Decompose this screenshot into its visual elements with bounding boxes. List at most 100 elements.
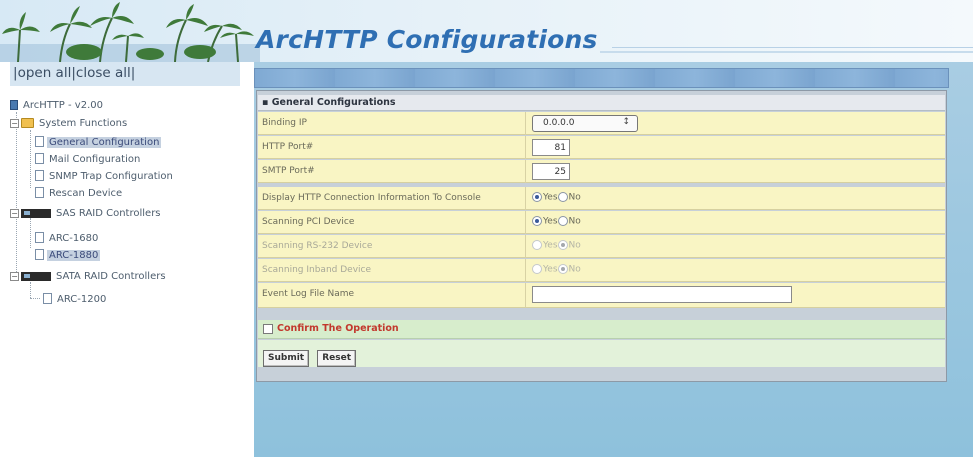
tree-connector xyxy=(30,282,31,298)
radio-no[interactable] xyxy=(557,216,568,226)
page-icon xyxy=(43,293,52,304)
column-divider xyxy=(525,259,526,282)
button-row: Submit Reset xyxy=(258,340,945,367)
column-divider xyxy=(525,187,526,210)
field-label: Display HTTP Connection Information To C… xyxy=(262,193,481,203)
radio-yes[interactable] xyxy=(532,192,542,202)
radio-yes-label: Yes xyxy=(543,192,558,203)
tree-item-label: SATA RAID Controllers xyxy=(56,271,166,282)
scan-inband-radio-group: Yes No xyxy=(532,262,581,279)
tree-item-label: System Functions xyxy=(39,118,128,129)
row-http-port: HTTP Port# xyxy=(258,136,945,159)
radio-no-label: No xyxy=(568,264,581,275)
radio-no-label: No xyxy=(568,192,581,203)
collapse-icon[interactable]: − xyxy=(10,118,19,128)
page-icon xyxy=(35,232,44,243)
radio-no[interactable] xyxy=(557,192,568,202)
collapse-icon[interactable]: − xyxy=(10,208,19,218)
open-all-link[interactable]: open all xyxy=(18,65,72,81)
event-log-file-input[interactable] xyxy=(532,286,792,303)
close-bracket: | xyxy=(130,65,136,81)
collapse-icon[interactable]: − xyxy=(10,271,19,281)
header-banner: ArcHTTP Configurations xyxy=(0,0,973,62)
tree-item-general-configuration[interactable]: General Configuration xyxy=(35,136,162,149)
row-event-log-file: Event Log File Name xyxy=(258,283,945,308)
tree-item-label: General Configuration xyxy=(47,136,162,148)
tree-item-sata-raid-controllers[interactable]: − SATA RAID Controllers xyxy=(10,271,168,283)
title-underline xyxy=(612,47,973,48)
field-label: Scanning RS-232 Device xyxy=(262,241,373,251)
field-label: Scanning PCI Device xyxy=(262,217,355,227)
tree-item-label: SAS RAID Controllers xyxy=(56,208,161,219)
computer-icon xyxy=(10,100,18,110)
radio-no-label: No xyxy=(568,216,581,227)
column-divider xyxy=(525,211,526,234)
tree-item-arc-1680[interactable]: ARC-1680 xyxy=(35,232,100,245)
row-binding-ip: Binding IP 0.0.0.0 ↕ xyxy=(258,112,945,135)
tree-item-label: ARC-1680 xyxy=(49,232,99,244)
palm-trees-icon xyxy=(0,2,260,62)
app-title: ArcHTTP Configurations xyxy=(256,25,598,54)
tree-item-mail-configuration[interactable]: Mail Configuration xyxy=(35,153,142,166)
tree-root-label: ArcHTTP - v2.00 xyxy=(23,100,103,111)
tree-connector xyxy=(30,218,31,248)
raid-card-icon xyxy=(21,271,51,281)
field-label: Event Log File Name xyxy=(262,289,355,299)
chevron-updown-icon: ↕ xyxy=(622,117,630,127)
row-scanning-rs232: Scanning RS-232 Device Yes No xyxy=(258,235,945,258)
form-section-title: ▪ General Configurations xyxy=(258,95,945,111)
reset-button[interactable]: Reset xyxy=(317,349,357,367)
smtp-port-input[interactable] xyxy=(532,163,570,180)
page-icon xyxy=(35,153,44,164)
row-display-http-connection: Display HTTP Connection Information To C… xyxy=(258,187,945,210)
display-http-radio-group: Yes No xyxy=(532,190,581,207)
column-divider xyxy=(525,235,526,258)
folder-icon xyxy=(21,118,34,128)
column-divider xyxy=(525,136,526,159)
radio-yes-label: Yes xyxy=(543,216,558,227)
raid-card-icon xyxy=(21,208,51,218)
main-toolbar xyxy=(254,68,949,88)
tree-item-sas-raid-controllers[interactable]: − SAS RAID Controllers xyxy=(10,208,163,220)
tree-item-label: ARC-1200 xyxy=(57,293,107,305)
close-all-link[interactable]: close all xyxy=(76,65,131,81)
binding-ip-select[interactable]: 0.0.0.0 ↕ xyxy=(532,115,638,132)
tree-connector xyxy=(16,214,17,274)
tree-item-label: SNMP Trap Configuration xyxy=(49,170,173,182)
tree-root[interactable]: ArcHTTP - v2.00 xyxy=(10,100,105,112)
radio-yes-label: Yes xyxy=(543,240,558,251)
tree-item-label: Rescan Device xyxy=(49,187,123,199)
radio-yes xyxy=(532,240,542,250)
scan-pci-radio-group: Yes No xyxy=(532,214,581,231)
page-icon xyxy=(35,249,44,260)
select-value: 0.0.0.0 xyxy=(543,118,575,128)
http-port-input[interactable] xyxy=(532,139,570,156)
row-scanning-inband: Scanning Inband Device Yes No xyxy=(258,259,945,282)
page-icon xyxy=(35,136,44,147)
submit-button[interactable]: Submit xyxy=(263,349,310,367)
radio-yes[interactable] xyxy=(532,216,542,226)
confirm-checkbox[interactable] xyxy=(263,323,273,334)
confirm-label: Confirm The Operation xyxy=(277,323,399,334)
tree-item-system-functions[interactable]: − System Functions xyxy=(10,118,129,130)
field-label: HTTP Port# xyxy=(262,142,314,152)
field-label: SMTP Port# xyxy=(262,166,315,176)
tree-item-rescan-device[interactable]: Rescan Device xyxy=(35,187,124,200)
title-underline-lower xyxy=(600,51,973,53)
field-label: Scanning Inband Device xyxy=(262,265,372,275)
column-divider xyxy=(525,160,526,183)
radio-yes xyxy=(532,264,542,274)
scan-rs232-radio-group: Yes No xyxy=(532,238,581,255)
nav-tree: ArcHTTP - v2.00 − System Functions Genera… xyxy=(10,86,250,457)
tree-item-label: ARC-1880 xyxy=(47,249,101,261)
page-icon xyxy=(35,187,44,198)
tree-toggle-bar: |open all|close all| xyxy=(10,62,240,86)
tree-item-arc-1200[interactable]: ARC-1200 xyxy=(43,293,108,306)
row-scanning-pci: Scanning PCI Device Yes No xyxy=(258,211,945,234)
tree-item-label: Mail Configuration xyxy=(49,153,141,165)
tree-connector xyxy=(30,298,40,299)
row-smtp-port: SMTP Port# xyxy=(258,160,945,183)
tree-item-snmp-trap-configuration[interactable]: SNMP Trap Configuration xyxy=(35,170,175,183)
column-divider xyxy=(525,112,526,135)
tree-item-arc-1880[interactable]: ARC-1880 xyxy=(35,249,101,262)
